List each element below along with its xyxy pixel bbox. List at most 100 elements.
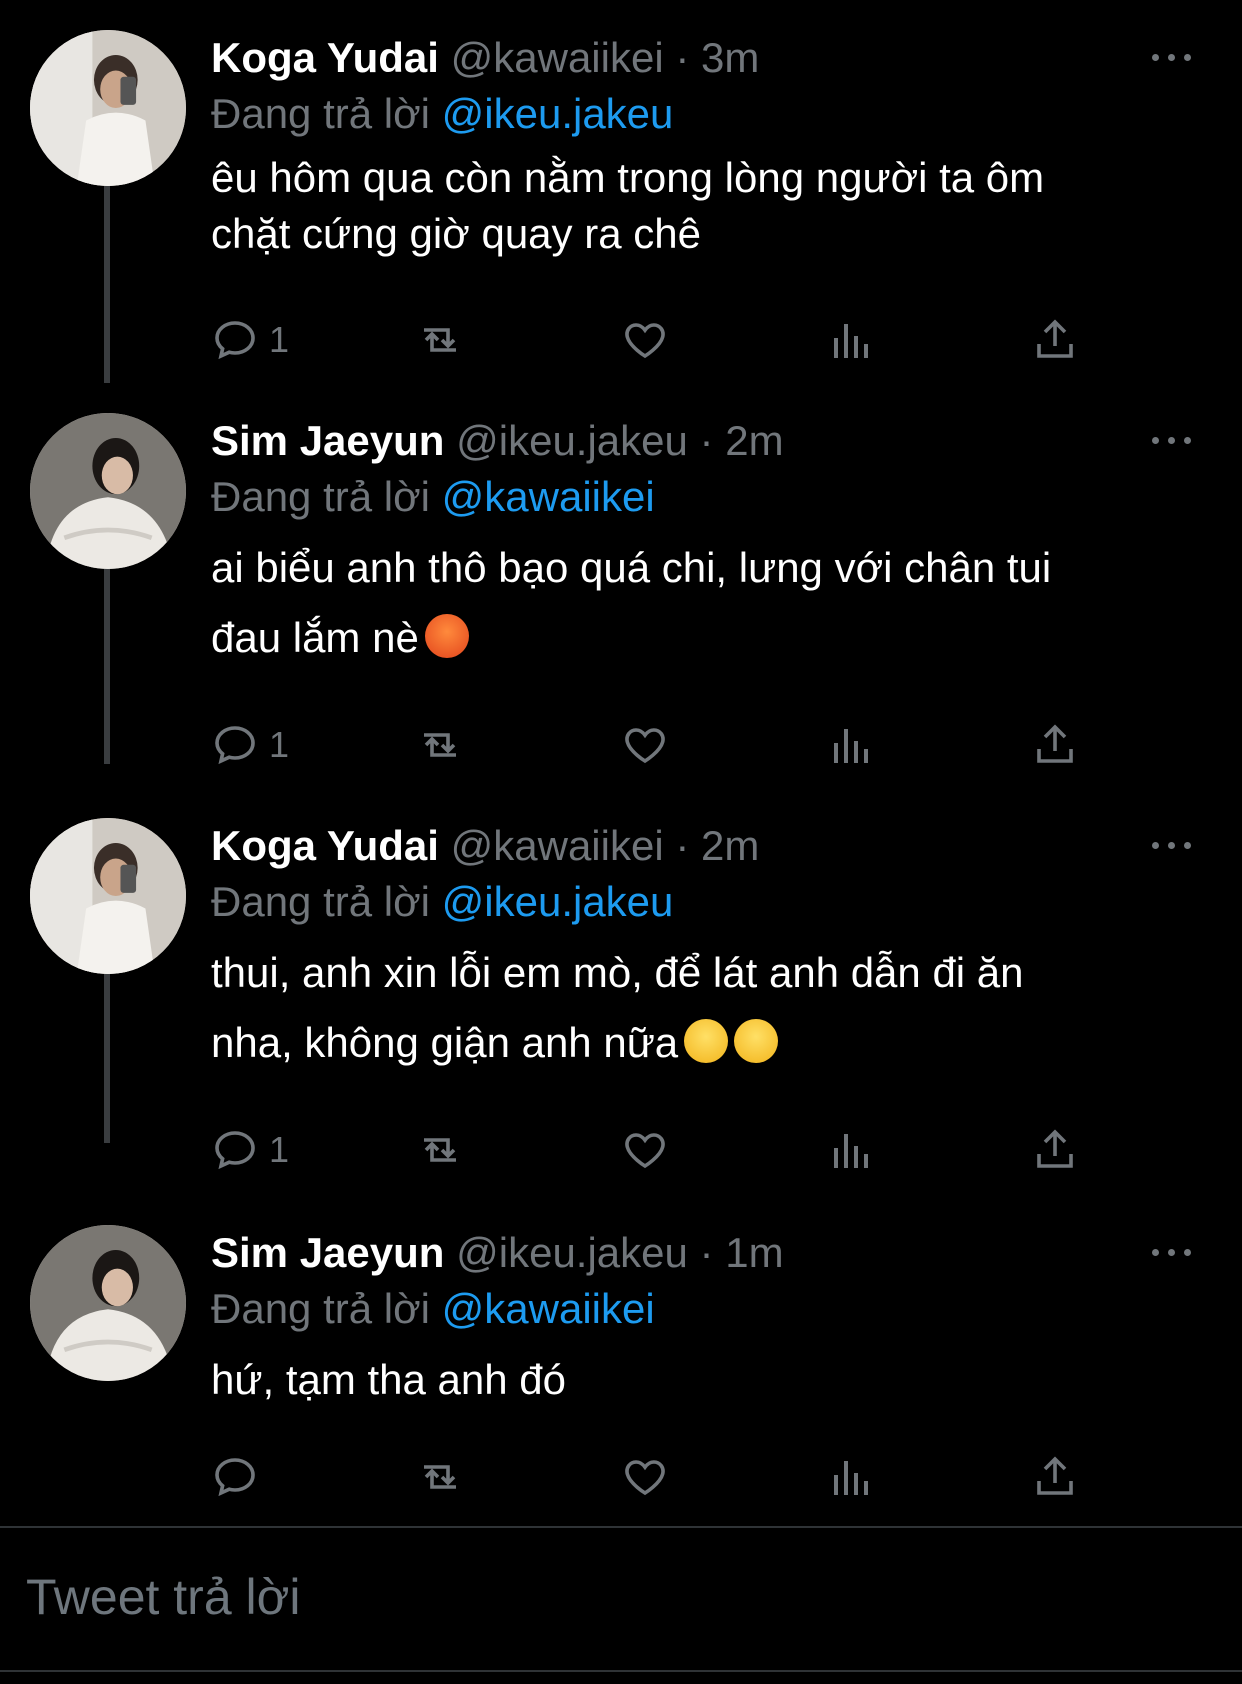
analytics-button[interactable]	[826, 310, 874, 370]
reply-icon	[215, 726, 255, 765]
replying-label: Đang trả lời	[211, 1285, 430, 1332]
retweet-icon	[424, 1465, 456, 1489]
avatar[interactable]	[30, 30, 186, 186]
tweet-actions: 1	[211, 1120, 1192, 1180]
thread-line-1	[104, 175, 110, 383]
avatar[interactable]	[30, 818, 186, 974]
share-button[interactable]	[1031, 310, 1079, 370]
retweet-icon	[424, 328, 456, 352]
share-icon	[1037, 724, 1073, 763]
retweet-button[interactable]	[416, 310, 464, 370]
like-icon	[625, 1460, 665, 1496]
analytics-icon	[834, 324, 868, 358]
tweet-text: êu hôm qua còn nằm trong lòng người ta ô…	[211, 150, 1192, 262]
kissing-face-emoji	[684, 1019, 729, 1063]
reply-button[interactable]: 1	[211, 715, 289, 775]
like-button[interactable]	[621, 310, 669, 370]
reply-count: 1	[269, 319, 290, 360]
mention-link[interactable]: @ikeu.jakeu	[442, 878, 674, 925]
share-icon	[1037, 319, 1073, 358]
tweet-actions: 1	[211, 715, 1192, 775]
replying-to: Đang trả lời @ikeu.jakeu	[211, 86, 1192, 142]
composer-divider-top	[0, 1526, 1242, 1528]
mention-link[interactable]: @kawaiikei	[442, 1285, 655, 1332]
replying-label: Đang trả lời	[211, 878, 430, 925]
more-icon[interactable]	[1152, 48, 1192, 68]
analytics-icon	[834, 1461, 868, 1495]
thread-line-3	[104, 965, 110, 1143]
mention-link[interactable]: @kawaiikei	[442, 473, 655, 520]
like-button[interactable]	[621, 1447, 669, 1507]
analytics-button[interactable]	[826, 715, 874, 775]
share-button[interactable]	[1031, 715, 1079, 775]
reply-icon	[215, 321, 255, 360]
tweet-text: hứ, tạm tha anh đó	[211, 1345, 1192, 1415]
like-button[interactable]	[621, 1120, 669, 1180]
tweet-actions: 1	[211, 310, 1192, 370]
separator-dot: ·	[663, 822, 701, 869]
composer-divider-bottom	[0, 1670, 1242, 1672]
like-button[interactable]	[621, 715, 669, 775]
share-icon	[1037, 1456, 1073, 1495]
reply-button[interactable]: 1	[211, 1120, 289, 1180]
reply-button[interactable]: 1	[211, 310, 289, 370]
more-icon[interactable]	[1152, 431, 1192, 451]
angry-face-emoji	[424, 614, 469, 658]
handle[interactable]: @kawaiikei	[451, 34, 664, 81]
thread-line-2	[104, 558, 110, 764]
tweet-text: ai biểu anh thô bạo quá chi, lưng với ch…	[211, 533, 1192, 673]
share-icon	[1037, 1129, 1073, 1168]
more-icon[interactable]	[1152, 1243, 1192, 1263]
retweet-button[interactable]	[416, 1447, 464, 1507]
handle[interactable]: @kawaiikei	[451, 822, 664, 869]
display-name[interactable]: Sim Jaeyun	[211, 417, 444, 464]
display-name[interactable]: Koga Yudai	[211, 822, 439, 869]
analytics-button[interactable]	[826, 1447, 874, 1507]
display-name[interactable]: Koga Yudai	[211, 34, 439, 81]
timestamp[interactable]: 1m	[725, 1229, 783, 1276]
tweet-text-body: hứ, tạm tha anh đó	[211, 1356, 567, 1403]
reply-count: 1	[269, 724, 290, 765]
mention-link[interactable]: @ikeu.jakeu	[442, 90, 674, 137]
analytics-icon	[834, 1134, 868, 1168]
timestamp[interactable]: 2m	[701, 822, 759, 869]
like-icon	[625, 323, 665, 359]
tweet-text-body: thui, anh xin lỗi em mò, để lát anh dẫn …	[211, 949, 1024, 1066]
tweet-actions	[211, 1447, 1192, 1507]
timestamp[interactable]: 2m	[725, 417, 783, 464]
retweet-button[interactable]	[416, 1120, 464, 1180]
separator-dot: ·	[687, 1229, 726, 1276]
tweet-text: thui, anh xin lỗi em mò, để lát anh dẫn …	[211, 938, 1192, 1078]
reply-composer-input[interactable]: Tweet trả lời	[26, 1568, 301, 1626]
replying-label: Đang trả lời	[211, 90, 430, 137]
tweet-text-body: ai biểu anh thô bạo quá chi, lưng với ch…	[211, 544, 1052, 661]
like-icon	[625, 1133, 665, 1169]
reply-icon	[215, 1458, 255, 1497]
avatar[interactable]	[30, 1225, 186, 1381]
tweet-text-body: êu hôm qua còn nằm trong lòng người ta ô…	[211, 154, 1045, 257]
handle[interactable]: @ikeu.jakeu	[456, 417, 688, 464]
analytics-button[interactable]	[826, 1120, 874, 1180]
reply-icon	[215, 1131, 255, 1170]
retweet-button[interactable]	[416, 715, 464, 775]
handle[interactable]: @ikeu.jakeu	[456, 1229, 688, 1276]
retweet-icon	[424, 733, 456, 757]
replying-label: Đang trả lời	[211, 473, 430, 520]
avatar[interactable]	[30, 413, 186, 569]
display-name[interactable]: Sim Jaeyun	[211, 1229, 444, 1276]
reply-button[interactable]	[211, 1447, 269, 1507]
analytics-icon	[834, 729, 868, 763]
timestamp[interactable]: 3m	[701, 34, 759, 81]
replying-to: Đang trả lời @ikeu.jakeu	[211, 874, 1192, 930]
like-icon	[625, 728, 665, 764]
reply-count: 1	[269, 1129, 290, 1170]
kissing-face-emoji	[734, 1019, 779, 1063]
more-icon[interactable]	[1152, 836, 1192, 856]
replying-to: Đang trả lời @kawaiikei	[211, 469, 1192, 525]
retweet-icon	[424, 1138, 456, 1162]
replying-to: Đang trả lời @kawaiikei	[211, 1281, 1192, 1337]
share-button[interactable]	[1031, 1120, 1079, 1180]
separator-dot: ·	[663, 34, 701, 81]
separator-dot: ·	[687, 417, 726, 464]
share-button[interactable]	[1031, 1447, 1079, 1507]
